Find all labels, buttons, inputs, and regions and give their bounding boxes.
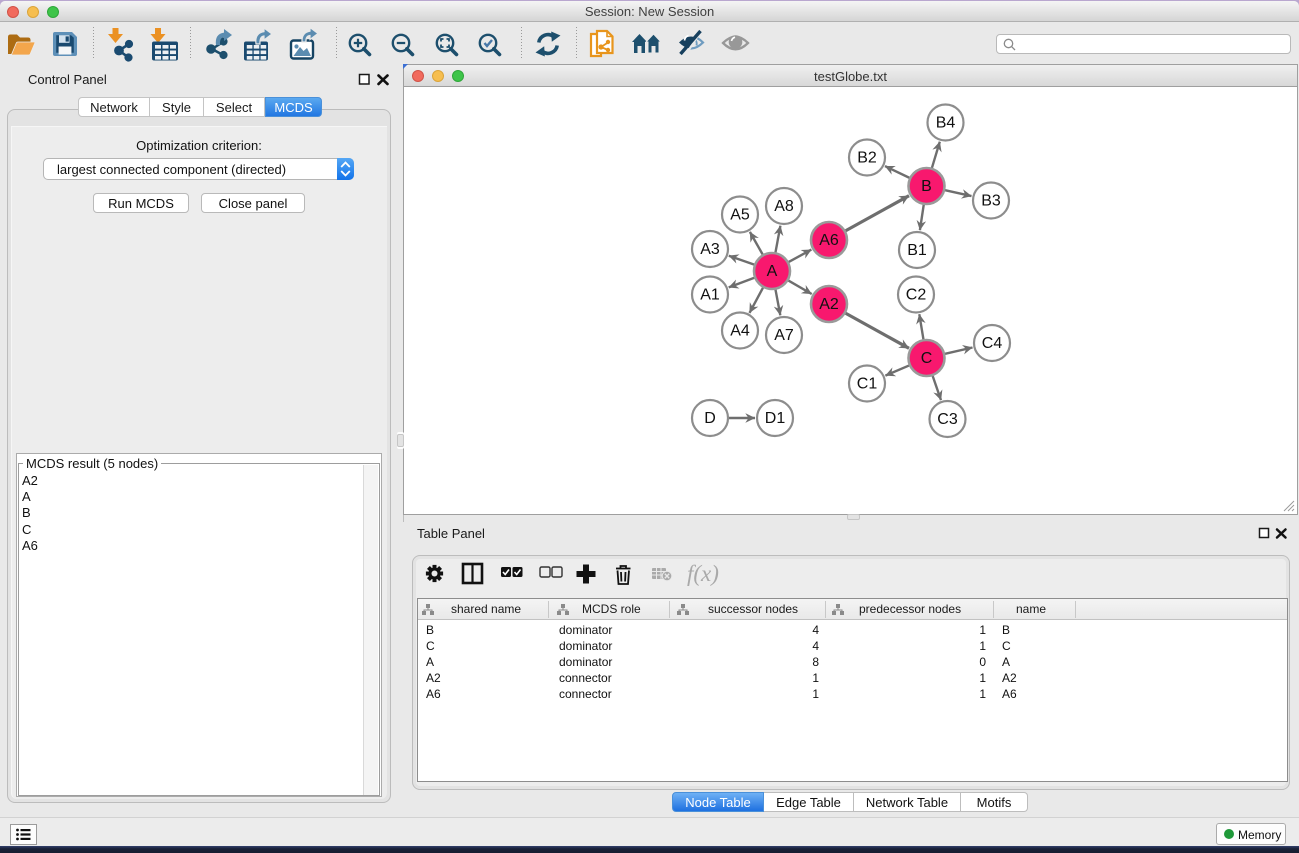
svg-text:A6: A6	[819, 232, 839, 249]
svg-text:C2: C2	[906, 287, 927, 304]
svg-text:D: D	[704, 410, 716, 427]
svg-text:C3: C3	[937, 411, 958, 428]
svg-text:A7: A7	[774, 327, 794, 344]
svg-text:C4: C4	[982, 335, 1003, 352]
svg-text:A3: A3	[700, 241, 720, 258]
svg-text:C: C	[921, 350, 933, 367]
svg-text:A2: A2	[819, 296, 839, 313]
svg-text:A5: A5	[730, 207, 750, 224]
svg-text:B: B	[921, 178, 932, 195]
svg-text:B2: B2	[857, 150, 877, 167]
svg-text:B1: B1	[907, 242, 927, 259]
svg-text:D1: D1	[765, 410, 786, 427]
svg-text:A1: A1	[700, 287, 720, 304]
svg-text:B4: B4	[936, 115, 956, 132]
svg-text:A: A	[767, 263, 778, 280]
svg-text:C1: C1	[857, 376, 878, 393]
svg-text:f(x): f(x)	[687, 561, 719, 586]
svg-text:B3: B3	[981, 193, 1001, 210]
svg-text:A8: A8	[774, 198, 794, 215]
svg-text:A4: A4	[730, 323, 750, 340]
